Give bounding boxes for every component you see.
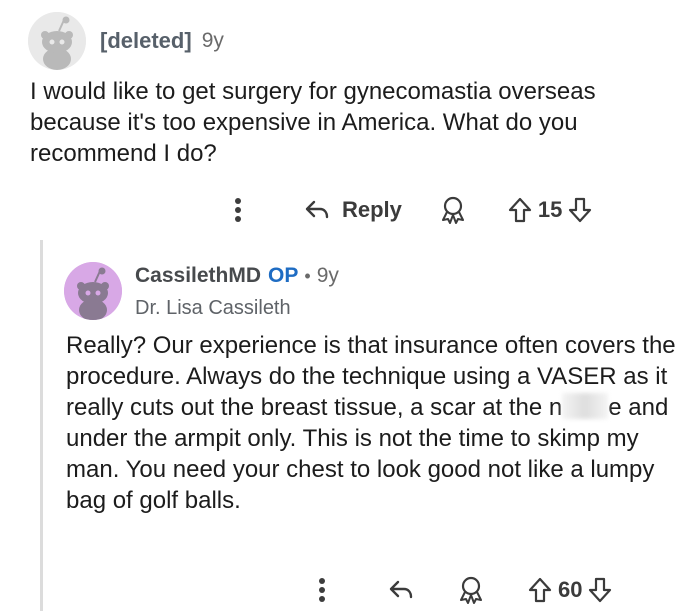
comment-age: 9y bbox=[316, 264, 339, 287]
award-button[interactable] bbox=[440, 196, 466, 224]
upvote-icon[interactable] bbox=[508, 197, 532, 223]
more-options-button[interactable] bbox=[316, 574, 328, 606]
vote-score: 15 bbox=[537, 197, 563, 222]
user-flair: Dr. Lisa Cassileth bbox=[135, 297, 291, 319]
award-button[interactable] bbox=[458, 576, 484, 604]
op-badge: OP bbox=[268, 264, 299, 287]
downvote-icon[interactable] bbox=[568, 197, 592, 223]
comment-body: Really? Our experience is that insurance… bbox=[66, 330, 686, 516]
comment-meta: [deleted] 9y bbox=[100, 28, 224, 54]
more-options-button[interactable] bbox=[232, 194, 244, 226]
vote-controls: 60 bbox=[528, 577, 612, 603]
comment-actions: 60 bbox=[316, 574, 612, 606]
author-name[interactable]: [deleted] bbox=[100, 28, 192, 54]
downvote-icon[interactable] bbox=[588, 577, 612, 603]
avatar[interactable] bbox=[64, 262, 122, 320]
award-icon bbox=[441, 196, 464, 224]
comment: [deleted] 9y I would like to get surgery… bbox=[0, 0, 700, 240]
meta-separator: • bbox=[304, 265, 311, 286]
redacted-blur bbox=[562, 393, 609, 419]
upvote-icon[interactable] bbox=[528, 577, 552, 603]
reply-arrow-icon bbox=[305, 200, 329, 219]
snoo-avatar-icon bbox=[28, 12, 86, 70]
award-icon bbox=[460, 576, 482, 604]
reply-arrow-icon bbox=[389, 580, 413, 599]
comment-body: I would like to get surgery for gynecoma… bbox=[30, 78, 596, 167]
kebab-menu-icon bbox=[232, 194, 244, 226]
thread-line[interactable] bbox=[40, 240, 43, 611]
reply-button[interactable] bbox=[388, 578, 414, 602]
comment-actions: Reply 15 bbox=[232, 194, 592, 226]
vote-controls: 15 bbox=[508, 197, 592, 223]
kebab-menu-icon bbox=[316, 574, 328, 606]
reply-button[interactable]: Reply bbox=[304, 197, 402, 223]
comment-age: 9y bbox=[201, 29, 224, 52]
comment-meta: CassilethMD OP • 9y bbox=[135, 264, 339, 288]
avatar[interactable] bbox=[28, 12, 86, 70]
vote-score: 60 bbox=[558, 577, 583, 602]
snoo-avatar-icon bbox=[64, 262, 122, 320]
reply-label: Reply bbox=[342, 197, 402, 222]
author-name[interactable]: CassilethMD bbox=[135, 264, 261, 288]
